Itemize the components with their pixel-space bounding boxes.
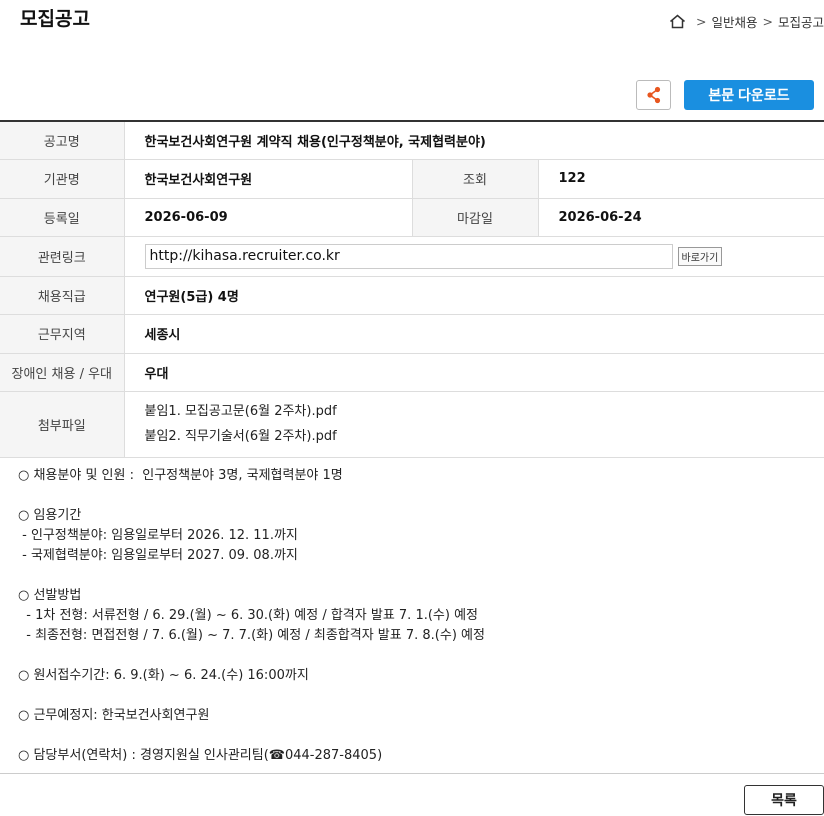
attachment-list: 붙임1. 모집공고문(6월 2주차).pdf 붙임2. 직무기술서(6월 2주차… bbox=[124, 391, 824, 458]
related-link-field[interactable] bbox=[144, 243, 673, 269]
disabled-hiring-value: 우대 bbox=[124, 353, 824, 392]
org-label: 기관명 bbox=[0, 159, 125, 199]
position-label: 채용직급 bbox=[0, 276, 125, 315]
title-value: 한국보건사회연구원 계약직 채용(인구정책분야, 국제협력분야) bbox=[124, 121, 824, 160]
breadcrumb-separator: > bbox=[762, 14, 773, 29]
body-fields: ○ 채용분야 및 인원 : 인구정책분야 3명, 국제협력분야 1명 bbox=[18, 468, 343, 483]
notice-info-table: 공고명 한국보건사회연구원 계약직 채용(인구정책분야, 국제협력분야) 기관명… bbox=[0, 120, 824, 458]
body-period-line: - 국제협력분야: 임용일로부터 2027. 09. 08.까지 bbox=[18, 548, 298, 563]
page-title: 모집공고 bbox=[20, 8, 90, 30]
position-value: 연구원(5급) 4명 bbox=[124, 276, 824, 315]
deadline-label: 마감일 bbox=[411, 198, 539, 237]
list-button[interactable]: 목록 bbox=[744, 785, 824, 815]
body-period-line: - 인구정책분야: 임용일로부터 2026. 12. 11.까지 bbox=[18, 528, 298, 543]
notice-body: ○ 채용분야 및 인원 : 인구정책분야 3명, 국제협력분야 1명 ○ 임용기… bbox=[18, 466, 818, 766]
views-label: 조회 bbox=[411, 159, 539, 199]
reg-date-value: 2026-06-09 bbox=[124, 198, 412, 237]
body-selection-line: - 1차 전형: 서류전형 / 6. 29.(월) ~ 6. 30.(화) 예정… bbox=[18, 608, 479, 623]
breadcrumb-item-general-hiring[interactable]: 일반채용 bbox=[711, 12, 757, 31]
go-to-link-button[interactable]: 바로가기 bbox=[677, 246, 723, 266]
breadcrumb: > 일반채용 > 모집공고 bbox=[669, 12, 824, 31]
region-label: 근무지역 bbox=[0, 314, 125, 354]
body-apply-period: ○ 원서접수기간: 6. 9.(화) ~ 6. 24.(수) 16:00까지 bbox=[18, 668, 309, 683]
views-value: 122 bbox=[538, 159, 824, 199]
attachment-file-link[interactable]: 붙임2. 직무기술서(6월 2주차).pdf bbox=[145, 424, 824, 449]
body-selection-line: - 최종전형: 면접전형 / 7. 6.(월) ~ 7. 7.(화) 예정 / … bbox=[18, 628, 485, 643]
share-button[interactable] bbox=[636, 80, 671, 110]
attachment-file-link[interactable]: 붙임1. 모집공고문(6월 2주차).pdf bbox=[145, 399, 824, 424]
body-work-place: ○ 근무예정지: 한국보건사회연구원 bbox=[18, 708, 210, 723]
body-contact: ○ 담당부서(연락처) : 경영지원실 인사관리팀(☎044-287-8405) bbox=[18, 748, 383, 763]
attachment-label: 첨부파일 bbox=[0, 391, 125, 458]
disabled-hiring-label: 장애인 채용 / 우대 bbox=[0, 353, 125, 392]
breadcrumb-item-recruitment[interactable]: 모집공고 bbox=[778, 12, 824, 31]
body-selection-title: ○ 선발방법 bbox=[18, 588, 82, 603]
breadcrumb-separator: > bbox=[696, 14, 707, 29]
reg-date-label: 등록일 bbox=[0, 198, 125, 237]
home-icon[interactable] bbox=[669, 14, 686, 29]
share-icon bbox=[646, 86, 660, 104]
divider bbox=[0, 773, 824, 774]
org-value: 한국보건사회연구원 bbox=[124, 159, 412, 199]
body-period-title: ○ 임용기간 bbox=[18, 508, 82, 523]
link-label: 관련링크 bbox=[0, 236, 125, 277]
region-value: 세종시 bbox=[124, 314, 824, 354]
title-label: 공고명 bbox=[0, 121, 125, 160]
deadline-value: 2026-06-24 bbox=[538, 198, 824, 237]
download-body-button[interactable]: 본문 다운로드 bbox=[684, 80, 814, 110]
